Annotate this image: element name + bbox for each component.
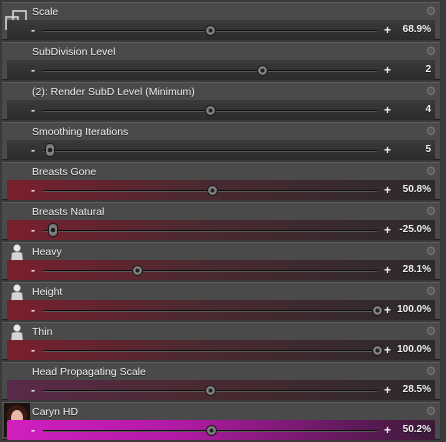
slider-value[interactable]: 28.1% — [403, 264, 431, 275]
slider-value[interactable]: -25.0% — [399, 224, 431, 235]
slider-track[interactable] — [43, 350, 377, 352]
decrement-button[interactable]: - — [31, 103, 35, 117]
slider-value[interactable]: 68.9% — [403, 24, 431, 35]
slider-knob[interactable] — [256, 65, 268, 76]
slider-control[interactable]: - + 28.1% — [7, 260, 435, 280]
gear-icon[interactable] — [425, 245, 437, 257]
slider-knob[interactable] — [44, 143, 55, 157]
slider-track[interactable] — [43, 150, 377, 152]
slider-control[interactable]: - + 100.0% — [7, 340, 435, 360]
slider-track[interactable] — [43, 310, 377, 312]
slider-control[interactable]: - + -25.0% — [7, 220, 435, 240]
slider-knob[interactable] — [206, 185, 218, 196]
slider-knob[interactable] — [205, 105, 216, 116]
gear-icon[interactable] — [425, 125, 437, 137]
parameters-panel: Scale - + 68.9% SubDivision Level - + 2 … — [0, 0, 446, 441]
slider-row-2-render-subd-level-minimum: (2): Render SubD Level (Minimum) - + 4 — [2, 82, 440, 120]
slider-knob[interactable] — [205, 425, 217, 436]
decrement-button[interactable]: - — [31, 143, 35, 157]
slider-control[interactable]: - + 50.8% — [7, 180, 435, 200]
slider-row-heavy: Heavy - + 28.1% — [2, 242, 440, 280]
decrement-button[interactable]: - — [31, 63, 35, 77]
slider-knob[interactable] — [131, 265, 143, 276]
decrement-button[interactable]: - — [31, 343, 35, 357]
slider-track[interactable] — [43, 230, 377, 232]
slider-track[interactable] — [43, 70, 377, 72]
increment-button[interactable]: + — [384, 183, 391, 197]
slider-track[interactable] — [43, 270, 377, 272]
slider-control[interactable]: - + 100.0% — [7, 300, 435, 320]
slider-value[interactable]: 2 — [425, 64, 431, 75]
gear-icon[interactable] — [425, 285, 437, 297]
increment-button[interactable]: + — [384, 143, 391, 157]
decrement-button[interactable]: - — [31, 303, 35, 317]
slider-label: Breasts Gone — [32, 166, 97, 178]
slider-label: Breasts Natural — [32, 206, 105, 218]
decrement-button[interactable]: - — [31, 263, 35, 277]
slider-row-head-propagating-scale: Head Propagating Scale - + 28.5% — [2, 362, 440, 400]
decrement-button[interactable]: - — [31, 183, 35, 197]
decrement-button[interactable]: - — [31, 383, 35, 397]
slider-control[interactable]: - + 50.2% — [7, 420, 435, 440]
slider-knob[interactable] — [205, 25, 216, 36]
slider-label: Caryn HD — [32, 406, 79, 418]
increment-button[interactable]: + — [384, 223, 391, 237]
gear-icon[interactable] — [425, 85, 437, 97]
slider-value[interactable]: 50.8% — [403, 184, 431, 195]
slider-label: SubDivision Level — [32, 46, 116, 58]
increment-button[interactable]: + — [384, 423, 391, 437]
slider-control[interactable]: - + 28.5% — [7, 380, 435, 400]
slider-control[interactable]: - + 2 — [7, 60, 435, 80]
gear-icon[interactable] — [425, 45, 437, 57]
gear-icon[interactable] — [425, 5, 437, 17]
slider-label: Height — [32, 286, 63, 298]
slider-row-smoothing-iterations: Smoothing Iterations - + 5 — [2, 122, 440, 160]
slider-value[interactable]: 100.0% — [397, 304, 431, 315]
increment-button[interactable]: + — [384, 263, 391, 277]
slider-control[interactable]: - + 68.9% — [7, 20, 435, 40]
slider-control[interactable]: - + 5 — [7, 140, 435, 160]
slider-knob[interactable] — [48, 223, 59, 237]
decrement-button[interactable]: - — [31, 223, 35, 237]
increment-button[interactable]: + — [384, 23, 391, 37]
slider-knob[interactable] — [205, 385, 216, 396]
increment-button[interactable]: + — [384, 103, 391, 117]
slider-label: Scale — [32, 6, 59, 18]
gear-icon[interactable] — [425, 325, 437, 337]
decrement-button[interactable]: - — [31, 23, 35, 37]
gear-icon[interactable] — [425, 405, 437, 417]
slider-row-scale: Scale - + 68.9% — [2, 2, 440, 40]
increment-button[interactable]: + — [384, 343, 391, 357]
slider-label: Thin — [32, 326, 53, 338]
slider-value[interactable]: 5 — [425, 144, 431, 155]
slider-row-thin: Thin - + 100.0% — [2, 322, 440, 360]
slider-row-subdivision-level: SubDivision Level - + 2 — [2, 42, 440, 80]
slider-value[interactable]: 100.0% — [397, 344, 431, 355]
slider-row-height: Height - + 100.0% — [2, 282, 440, 320]
slider-row-breasts-natural: Breasts Natural - + -25.0% — [2, 202, 440, 240]
slider-label: (2): Render SubD Level (Minimum) — [32, 86, 195, 98]
increment-button[interactable]: + — [384, 63, 391, 77]
increment-button[interactable]: + — [384, 303, 391, 317]
decrement-button[interactable]: - — [31, 423, 35, 437]
slider-value[interactable]: 4 — [425, 104, 431, 115]
slider-label: Smoothing Iterations — [32, 126, 129, 138]
slider-value[interactable]: 28.5% — [403, 384, 431, 395]
increment-button[interactable]: + — [384, 383, 391, 397]
slider-knob[interactable] — [372, 305, 383, 316]
slider-control[interactable]: - + 4 — [7, 100, 435, 120]
slider-row-breasts-gone: Breasts Gone - + 50.8% — [2, 162, 440, 200]
gear-icon[interactable] — [425, 205, 437, 217]
slider-label: Head Propagating Scale — [32, 366, 146, 378]
slider-label: Heavy — [32, 246, 62, 258]
slider-knob[interactable] — [372, 345, 383, 356]
gear-icon[interactable] — [425, 365, 437, 377]
gear-icon[interactable] — [425, 165, 437, 177]
slider-value[interactable]: 50.2% — [403, 424, 431, 435]
slider-row-caryn-hd: Caryn HD - + 50.2% — [2, 402, 440, 440]
